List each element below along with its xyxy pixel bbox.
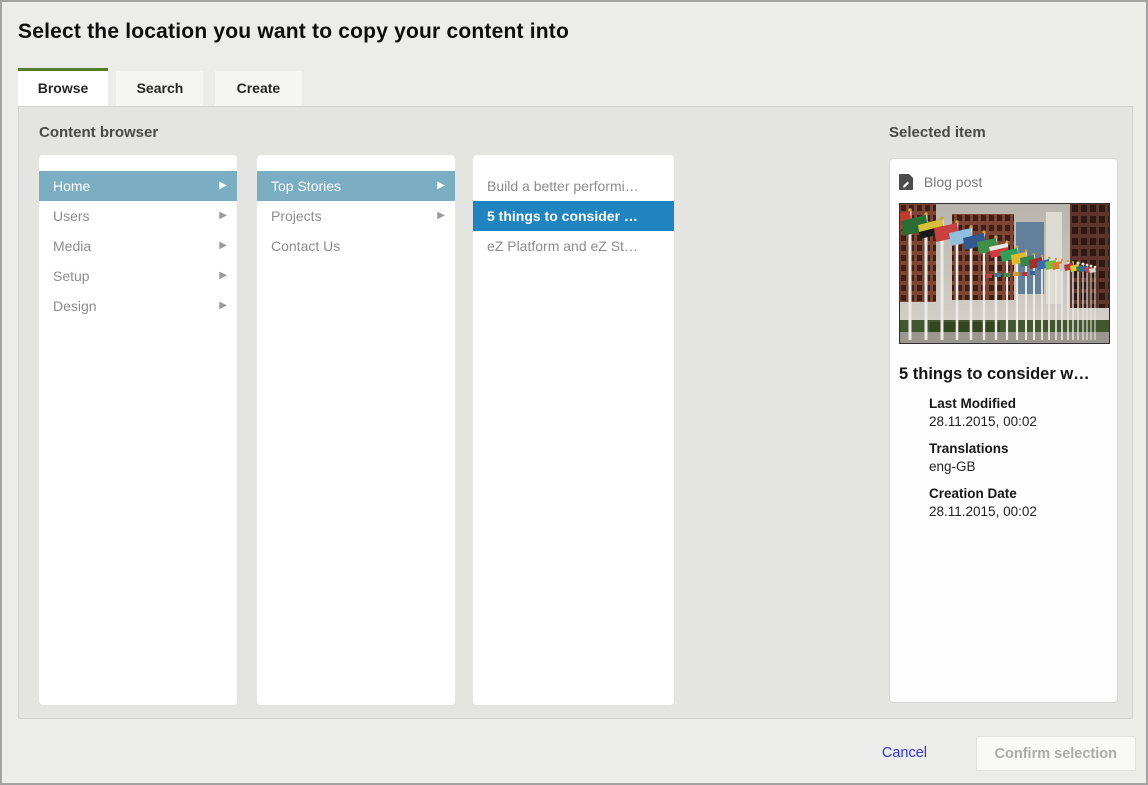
tree-item-label: Media	[53, 238, 91, 254]
tab-search[interactable]: Search	[116, 71, 203, 106]
tree-item-label: Setup	[53, 268, 90, 284]
browser-column-level2: Top Stories ▶ Projects ▶ Contact Us	[257, 155, 455, 705]
tree-item-setup[interactable]: Setup ▶	[39, 261, 237, 291]
tree-item-contact-us[interactable]: Contact Us	[257, 231, 455, 261]
chevron-right-icon: ▶	[219, 291, 227, 321]
tree-item-label: 5 things to consider …	[487, 208, 638, 224]
selected-item-heading: Selected item	[889, 124, 986, 141]
tree-item-label: Users	[53, 208, 90, 224]
confirm-selection-button[interactable]: Confirm selection	[976, 736, 1136, 771]
meta-label: Translations	[929, 441, 1108, 456]
tab-bar: Browse Search Create	[18, 68, 302, 106]
chevron-right-icon: ▶	[437, 171, 445, 201]
tree-item-build-a-better[interactable]: Build a better performi…	[473, 171, 674, 201]
browser-column-root: Home ▶ Users ▶ Media ▶ Setup ▶ Design ▶	[39, 155, 237, 705]
chevron-right-icon: ▶	[219, 201, 227, 231]
tree-item-label: Projects	[271, 208, 322, 224]
tree-item-top-stories[interactable]: Top Stories ▶	[257, 171, 455, 201]
tree-item-label: Contact Us	[271, 238, 340, 254]
chevron-right-icon: ▶	[219, 171, 227, 201]
content-type-label: Blog post	[924, 174, 982, 190]
content-preview-image	[899, 203, 1110, 344]
chevron-right-icon: ▶	[219, 261, 227, 291]
selected-item-meta: Last Modified 28.11.2015, 00:02 Translat…	[929, 396, 1108, 519]
tab-create[interactable]: Create	[215, 71, 302, 106]
tree-item-label: eZ Platform and eZ St…	[487, 238, 638, 254]
tree-item-media[interactable]: Media ▶	[39, 231, 237, 261]
document-icon	[899, 174, 913, 193]
chevron-right-icon: ▶	[437, 201, 445, 231]
cancel-button[interactable]: Cancel	[882, 745, 927, 761]
tree-item-projects[interactable]: Projects ▶	[257, 201, 455, 231]
content-browser-heading: Content browser	[39, 124, 158, 141]
tree-item-label: Design	[53, 298, 97, 314]
tree-item-5-things[interactable]: 5 things to consider …	[473, 201, 674, 231]
dialog-footer: Cancel Confirm selection	[2, 719, 1148, 785]
meta-value: 28.11.2015, 00:02	[929, 504, 1108, 519]
selected-item-card: Blog post	[889, 158, 1118, 703]
tree-item-home[interactable]: Home ▶	[39, 171, 237, 201]
tree-item-users[interactable]: Users ▶	[39, 201, 237, 231]
chevron-right-icon: ▶	[219, 231, 227, 261]
tree-item-label: Home	[53, 178, 90, 194]
selected-item-title: 5 things to consider w…	[899, 365, 1108, 384]
tree-item-design[interactable]: Design ▶	[39, 291, 237, 321]
browse-panel: Content browser Selected item Home ▶ Use…	[18, 106, 1133, 719]
meta-value: eng-GB	[929, 459, 1108, 474]
browser-column-level3: Build a better performi… 5 things to con…	[473, 155, 674, 705]
meta-label: Creation Date	[929, 486, 1108, 501]
tree-item-label: Top Stories	[271, 178, 341, 194]
content-type-row: Blog post	[899, 174, 1108, 193]
meta-value: 28.11.2015, 00:02	[929, 414, 1108, 429]
copy-content-dialog: Select the location you want to copy you…	[0, 0, 1148, 785]
page-title: Select the location you want to copy you…	[18, 20, 569, 44]
meta-label: Last Modified	[929, 396, 1108, 411]
tree-item-ez-platform[interactable]: eZ Platform and eZ St…	[473, 231, 674, 261]
tree-item-label: Build a better performi…	[487, 178, 639, 194]
tab-browse[interactable]: Browse	[18, 68, 108, 106]
